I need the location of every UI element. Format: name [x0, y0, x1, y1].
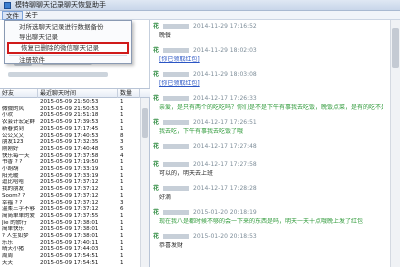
message-time: 2014-12-17 17:27:58	[193, 161, 257, 168]
sender-name: 花	[153, 233, 160, 240]
column-header-last-time[interactable]: 最近聊天时间	[38, 89, 118, 98]
message-header: 花 2014-12-17 17:27:48	[153, 143, 383, 151]
redacted-sender-id	[163, 48, 190, 53]
message-time: 2014-11-29 18:02:03	[193, 47, 257, 54]
redacted-sender-id	[163, 234, 190, 239]
redacted-sender-id	[163, 72, 190, 77]
message-header: 花 2014-12-17 17:27:58	[153, 161, 383, 169]
message-body: 好滴	[159, 194, 172, 201]
sender-name: 花	[153, 23, 160, 30]
app-icon	[4, 2, 11, 9]
sender-name: 花	[153, 161, 160, 168]
cell-count: 1	[120, 259, 124, 266]
message-time: 2014-12-17 17:26:51	[193, 119, 257, 126]
chat-scroll-thumb[interactable]	[392, 28, 399, 68]
message-header: 花 2015-01-20 20:18:19	[153, 209, 383, 217]
redacted-sender-id	[163, 210, 190, 215]
file-dropdown-menu: 对所选聊天记录进行数据备份 导出聊天记录 恢复已删除的微信聊天记录 注册软件	[4, 20, 132, 64]
message-header: 花 2014-12-17 17:26:51	[153, 119, 383, 127]
message-header: 花 2014-12-17 17:28:28	[153, 185, 383, 193]
sender-name: 花	[153, 71, 160, 78]
contacts-list: 好友 最近聊天时间 数量 2015-05-09 21:50:53 1 微微的风 201…	[0, 88, 150, 267]
sender-name: 花	[153, 119, 160, 126]
column-header-count[interactable]: 数量	[118, 89, 140, 98]
message-body: 现在我八是都时候不够的会一下来的东西是吗，明天一天十点哦晚上发了红包	[159, 218, 364, 225]
contacts-scrollbar[interactable]	[140, 98, 149, 267]
redacted-sender-id	[163, 24, 190, 29]
message-time: 2014-12-17 17:28:28	[193, 185, 257, 192]
chat-history-panel: 花 2014-11-29 17:16:52 晚餐花 2014-11-29 18:02:…	[153, 20, 389, 267]
message-header: 花 2014-11-29 17:16:52	[153, 23, 383, 31]
cell-friend: 天天	[2, 259, 14, 266]
menu-file[interactable]: 文件	[2, 11, 23, 20]
account-info-line	[8, 72, 108, 77]
message-header: 花 2014-11-29 18:03:08	[153, 71, 383, 79]
chat-scrollbar[interactable]	[390, 20, 400, 267]
message-body: 恭喜发财	[159, 242, 184, 249]
message-header: 花 2015-01-20 20:18:53	[153, 233, 383, 241]
message-body: 亲爱，是只有两个的吃吃吗？你们是不是下午有事我去吃饭，晚饭点菜，是有的吃不是吃吃…	[159, 104, 383, 111]
message-body: 我去吃，下午有事我去吃饭了哦	[159, 128, 244, 135]
table-row[interactable]: 天天 2015-05-09 17:54:51 1	[0, 260, 140, 267]
sender-name: 花	[153, 143, 160, 150]
menu-item-recover-deleted[interactable]: 恢复已删除的微信聊天记录	[7, 42, 129, 54]
message-time: 2014-11-29 18:03:08	[193, 71, 257, 78]
sender-name: 花	[153, 47, 160, 54]
message-header: 花 2014-11-29 18:02:03	[153, 47, 383, 55]
redacted-sender-id	[163, 144, 190, 149]
contacts-list-header: 好友 最近聊天时间 数量	[0, 89, 150, 98]
message-time: 2014-12-17 17:26:33	[193, 95, 257, 102]
contacts-scroll-thumb[interactable]	[142, 108, 148, 138]
message-header: 花 2014-12-17 17:26:33	[153, 95, 383, 103]
menu-about[interactable]: 关于	[22, 11, 41, 20]
message-body[interactable]: [你已领取红包]	[159, 80, 383, 88]
sender-name: 花	[153, 185, 160, 192]
title-bar: 模特聊聊天记录聊天恢复助手	[0, 0, 400, 11]
menu-item-register[interactable]: 注册软件	[7, 56, 129, 65]
sender-name: 花	[153, 95, 160, 102]
redacted-sender-id	[163, 186, 190, 191]
menu-bar: 文件 关于	[0, 11, 400, 20]
sender-name: 花	[153, 209, 160, 216]
menu-item-export[interactable]: 导出聊天记录	[7, 33, 129, 42]
message-body: 晚餐	[159, 32, 172, 39]
message-body: 可以的，明天去上班	[159, 170, 214, 177]
menu-item-backup[interactable]: 对所选聊天记录进行数据备份	[7, 23, 129, 32]
redacted-sender-id	[163, 96, 190, 101]
message-time: 2014-12-17 17:27:48	[193, 143, 257, 150]
message-time: 2014-11-29 17:16:52	[193, 23, 257, 30]
message-time: 2015-01-20 20:18:19	[193, 209, 257, 216]
column-header-friend[interactable]: 好友	[0, 89, 38, 98]
message-body[interactable]: [你已领取红包]	[159, 56, 383, 64]
message-time: 2015-01-20 20:18:53	[193, 233, 257, 240]
cell-last-time: 2015-05-09 17:54:51	[40, 259, 99, 266]
redacted-sender-id	[163, 120, 190, 125]
redacted-sender-id	[163, 162, 190, 167]
window-title: 模特聊聊天记录聊天恢复助手	[15, 1, 106, 9]
